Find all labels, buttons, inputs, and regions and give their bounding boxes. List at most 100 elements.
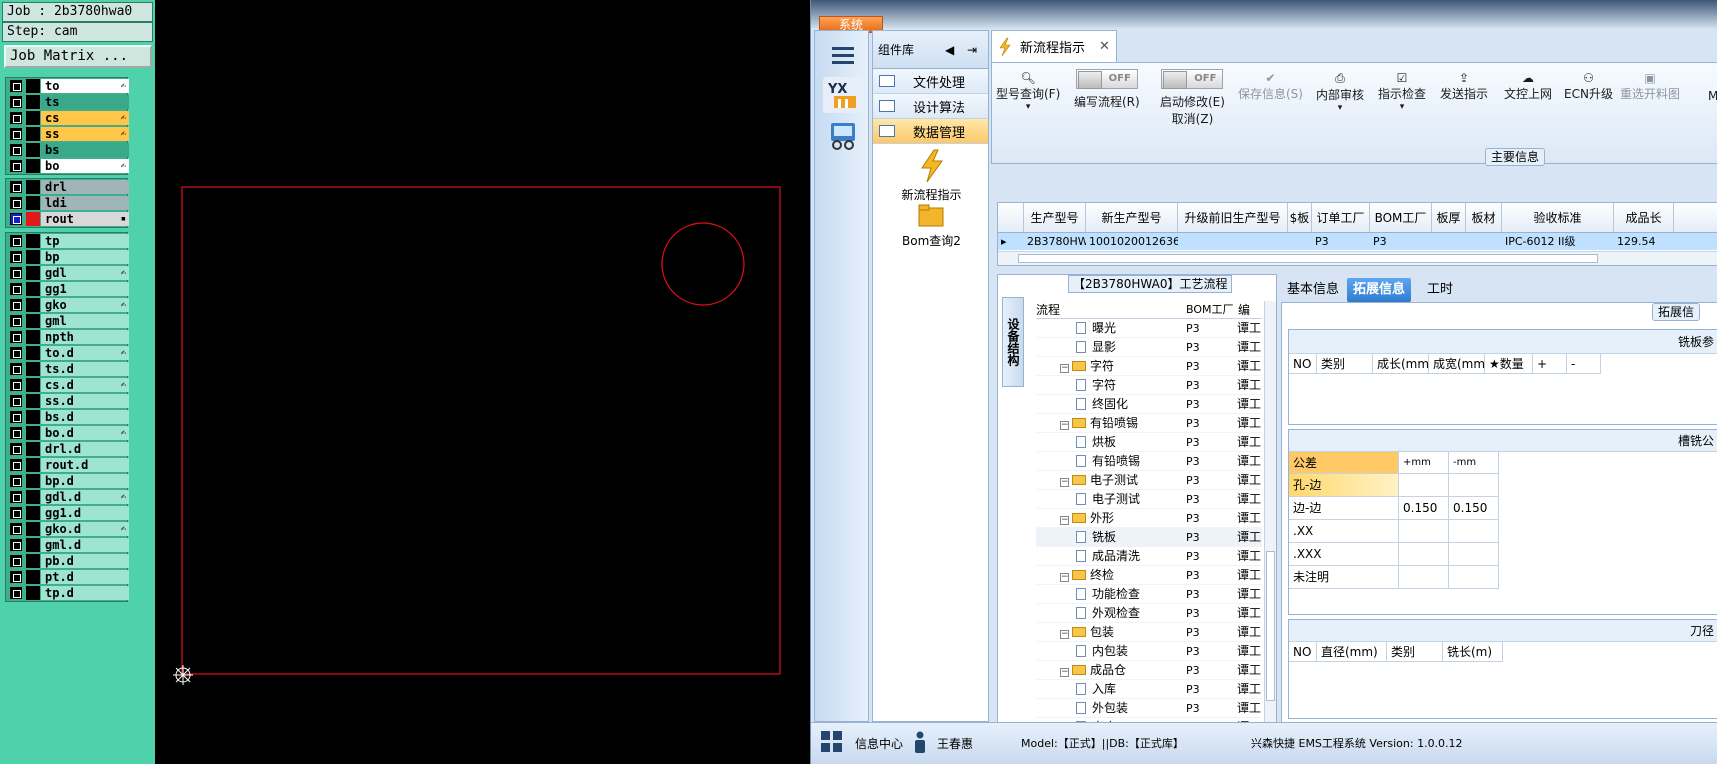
grid-column-header[interactable]: 订单工厂 <box>1312 203 1370 232</box>
ecn-upgrade-button[interactable]: ⚇ ECN升级 <box>1564 71 1613 102</box>
layer-row-bp[interactable]: bp <box>6 249 129 265</box>
layer-name[interactable]: cs ✍ <box>41 111 129 125</box>
horizontal-scrollbar[interactable] <box>998 251 1717 265</box>
table-row[interactable]: 功能检查 P3 谭工 <box>1036 585 1262 604</box>
edit-flow-switch[interactable]: OFF <box>1075 69 1138 89</box>
table-row[interactable]: 外观检查 P3 谭工 <box>1036 604 1262 623</box>
layer-name[interactable]: bo ✍ <box>41 159 129 173</box>
layer-checkbox[interactable] <box>10 491 22 503</box>
tree-node[interactable]: − 外形 <box>1060 509 1114 528</box>
layer-color-swatch[interactable] <box>26 212 40 226</box>
grid-cell[interactable]: 10010200126363 <box>1086 233 1178 250</box>
edit-flow-toggle[interactable]: OFF 编写流程(R) <box>1074 69 1140 110</box>
cancel-button[interactable]: 取消(Z) <box>1160 110 1225 127</box>
grid-icon[interactable] <box>821 731 843 756</box>
layer-color-swatch[interactable] <box>26 314 40 328</box>
layer-name[interactable]: ss ✍ <box>41 127 129 141</box>
layer-checkbox[interactable] <box>10 507 22 519</box>
layer-name[interactable]: tp.d <box>41 586 129 600</box>
layer-color-swatch[interactable] <box>26 196 40 210</box>
layer-name[interactable]: rout ▪ <box>41 212 129 226</box>
grid-cell[interactable] <box>1288 233 1312 250</box>
layer-name[interactable]: tp <box>41 234 129 248</box>
tree-node[interactable]: 终固化 <box>1076 395 1128 414</box>
layer-name[interactable]: cs.d ✍ <box>41 378 129 392</box>
layer-checkbox[interactable] <box>10 112 22 124</box>
layer-name[interactable]: gg1.d <box>41 506 129 520</box>
layer-name[interactable]: bs <box>41 143 129 157</box>
layer-name[interactable]: ts.d <box>41 362 129 376</box>
layer-name[interactable]: to ✍ <box>41 79 129 93</box>
tolerance-value[interactable] <box>1449 543 1499 566</box>
table-row[interactable]: 成品清洗 P3 谭工 <box>1036 547 1262 566</box>
collapse-icon[interactable]: − <box>1060 478 1069 487</box>
table-row[interactable]: − 有铅喷锡 P3 谭工 <box>1036 414 1262 433</box>
grid-cell[interactable]: IPC-6012 II级 <box>1502 233 1614 250</box>
tree-node[interactable]: 外观检查 <box>1076 604 1140 623</box>
layer-row-gg1-d[interactable]: gg1.d <box>6 505 129 521</box>
layer-checkbox[interactable] <box>10 363 22 375</box>
layer-name[interactable]: gko ✍ <box>41 298 129 312</box>
layer-color-swatch[interactable] <box>26 346 40 360</box>
tab-new-flow-indicator[interactable]: 新流程指示 ✕ <box>991 30 1117 62</box>
layer-color-swatch[interactable] <box>26 79 40 93</box>
table-row[interactable]: 外包装 P3 谭工 <box>1036 699 1262 718</box>
start-modify-switch[interactable]: OFF <box>1161 69 1224 89</box>
table-row[interactable]: − 终检 P3 谭工 <box>1036 566 1262 585</box>
tolerance-value[interactable] <box>1399 520 1449 543</box>
grid-cell[interactable] <box>1178 233 1288 250</box>
grid-cell[interactable]: 2B3780HWA0 <box>1024 233 1086 250</box>
mill-column-header[interactable]: + <box>1533 354 1567 374</box>
layer-row-cs-d[interactable]: cs.d ✍ <box>6 377 129 393</box>
start-modify-toggle[interactable]: OFF 启动修改(E) 取消(Z) <box>1160 69 1225 127</box>
table-row[interactable]: 孔-边 <box>1289 474 1717 497</box>
layer-checkbox[interactable] <box>10 299 22 311</box>
table-row[interactable]: .XXX <box>1289 543 1717 566</box>
layer-row-pt-d[interactable]: pt.d <box>6 569 129 585</box>
grid-cell[interactable] <box>1466 233 1502 250</box>
layer-row-to-d[interactable]: to.d ✍ <box>6 345 129 361</box>
table-row[interactable]: − 成品仓 P3 谭工 <box>1036 661 1262 680</box>
layer-name[interactable]: gdl ✍ <box>41 266 129 280</box>
layer-checkbox[interactable] <box>10 395 22 407</box>
layer-row-drl-d[interactable]: drl.d <box>6 441 129 457</box>
tab-extended-info[interactable]: 拓展信息 <box>1347 278 1412 302</box>
collapse-icon[interactable]: − <box>1060 573 1069 582</box>
layer-checkbox[interactable] <box>10 96 22 108</box>
layer-row-gml-d[interactable]: gml.d <box>6 537 129 553</box>
grid-column-header[interactable]: 新生产型号 <box>1086 203 1178 232</box>
tolerance-value[interactable] <box>1399 566 1449 589</box>
tree-node[interactable]: 字符 <box>1076 376 1116 395</box>
layer-row-rout-d[interactable]: rout.d <box>6 457 129 473</box>
layer-checkbox[interactable] <box>10 197 22 209</box>
tolerance-value[interactable]: 0.150 <box>1449 497 1499 520</box>
vertical-scrollbar[interactable] <box>1264 301 1276 731</box>
engineering-module-icon[interactable] <box>823 117 863 153</box>
layer-row-ss-d[interactable]: ss.d <box>6 393 129 409</box>
layer-checkbox[interactable] <box>10 283 22 295</box>
layer-row-gdl[interactable]: gdl ✍ <box>6 265 129 281</box>
layer-row-bp-d[interactable]: bp.d <box>6 473 129 489</box>
layer-row-ts-d[interactable]: ts.d <box>6 361 129 377</box>
new-flow-indicator-item[interactable]: 新流程指示 <box>873 149 990 203</box>
tree-node[interactable]: 烘板 <box>1076 433 1116 452</box>
layer-name[interactable]: rout.d <box>41 458 129 472</box>
table-row[interactable]: 曝光 P3 谭工 <box>1036 319 1262 338</box>
grid-column-header[interactable]: 升级前旧生产型号 <box>1178 203 1288 232</box>
layer-row-gdl-d[interactable]: gdl.d ✍ <box>6 489 129 505</box>
layer-name[interactable]: drl <box>41 180 129 194</box>
layer-name[interactable]: npth <box>41 330 129 344</box>
layer-checkbox[interactable] <box>10 523 22 535</box>
tab-basic-info[interactable]: 基本信息 <box>1281 278 1345 302</box>
layer-row-bs-d[interactable]: bs.d <box>6 409 129 425</box>
tolerance-value[interactable] <box>1449 520 1499 543</box>
menu-hamburger-icon[interactable] <box>823 37 863 73</box>
collapse-icon[interactable]: − <box>1060 668 1069 677</box>
tree-node[interactable]: 铣板 <box>1076 528 1116 547</box>
table-row[interactable]: 未注明 <box>1289 566 1717 589</box>
layer-color-swatch[interactable] <box>26 159 40 173</box>
component-item-data[interactable]: 数据管理 <box>873 119 988 144</box>
layer-row-ts[interactable]: ts <box>6 94 129 110</box>
layer-name[interactable]: pb.d <box>41 554 129 568</box>
layer-color-swatch[interactable] <box>26 458 40 472</box>
